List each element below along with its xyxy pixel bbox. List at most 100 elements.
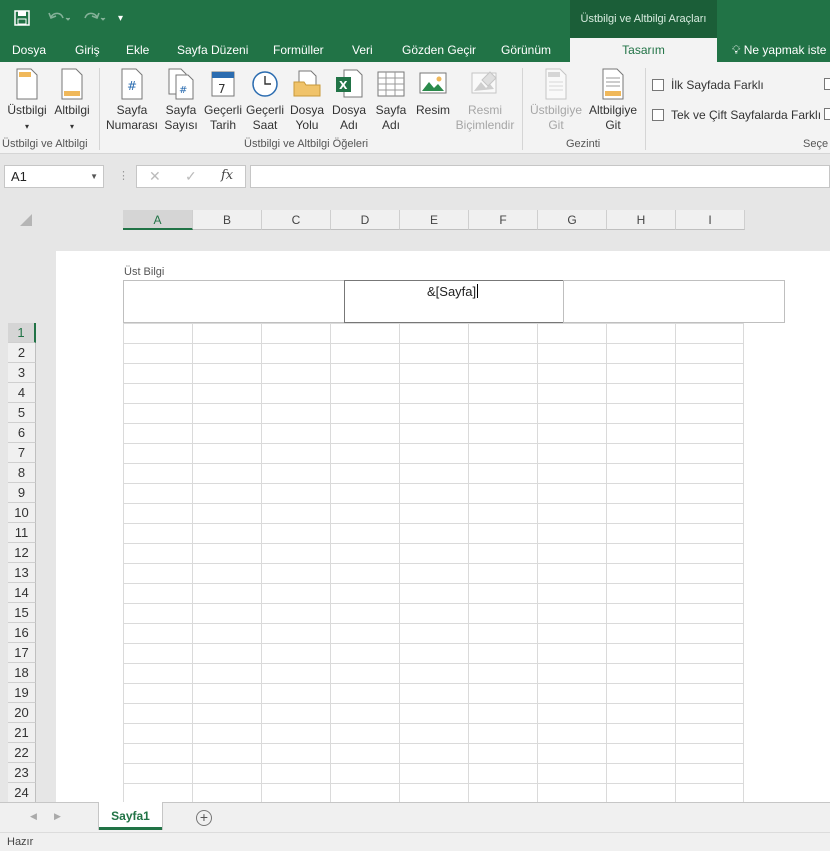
- excel-file-icon: X: [336, 69, 363, 98]
- tab-formulas[interactable]: Formüller: [273, 38, 324, 62]
- row-header[interactable]: 10: [8, 503, 36, 523]
- insert-function-icon[interactable]: fx: [221, 168, 233, 183]
- row-header[interactable]: 8: [8, 463, 36, 483]
- tab-design[interactable]: Tasarım: [570, 38, 717, 62]
- undo-icon[interactable]: [48, 6, 70, 30]
- row-header[interactable]: 21: [8, 723, 36, 743]
- row-header[interactable]: 12: [8, 543, 36, 563]
- sheet-name-label: Sayfa: [375, 103, 407, 117]
- go-to-footer-label: Altbilgiye: [588, 103, 638, 117]
- scale-with-document-checkbox[interactable]: [824, 78, 830, 90]
- row-header[interactable]: 18: [8, 663, 36, 683]
- row-header[interactable]: 15: [8, 603, 36, 623]
- column-header-a[interactable]: A: [123, 210, 193, 230]
- header-center-text: &[Sayfa]: [427, 284, 479, 299]
- file-path-label: Dosya: [289, 103, 324, 117]
- row-header[interactable]: 13: [8, 563, 36, 583]
- enter-icon[interactable]: ✓: [185, 168, 197, 185]
- sheet-name-label-2: Adı: [381, 118, 400, 132]
- column-header-f[interactable]: F: [469, 210, 538, 230]
- column-header-h[interactable]: H: [607, 210, 676, 230]
- dropdown-arrow-icon: ▾: [24, 122, 29, 131]
- group-label-elements: Üstbilgi ve Altbilgi Öğeleri: [244, 138, 369, 150]
- sheet-tab-sayfa1[interactable]: Sayfa1: [99, 802, 162, 830]
- format-picture-button[interactable]: Resmi Biçimlendir: [452, 66, 518, 136]
- row-header[interactable]: 20: [8, 703, 36, 723]
- different-odd-even-label: Tek ve Çift Sayfalarda Farklı: [671, 108, 822, 122]
- header-right-section[interactable]: [563, 280, 785, 323]
- scroll-right-icon[interactable]: ▶: [54, 811, 61, 822]
- formula-input[interactable]: [250, 165, 830, 188]
- current-time-button[interactable]: Geçerli Saat: [244, 66, 286, 136]
- column-header-e[interactable]: E: [400, 210, 469, 230]
- file-path-label-2: Yolu: [295, 118, 319, 132]
- cancel-icon[interactable]: ✕: [149, 168, 161, 185]
- tab-review[interactable]: Gözden Geçir: [402, 38, 476, 62]
- select-all-icon[interactable]: [20, 214, 32, 226]
- file-path-button[interactable]: Dosya Yolu: [288, 66, 326, 136]
- row-header[interactable]: 14: [8, 583, 36, 603]
- column-header-c[interactable]: C: [262, 210, 331, 230]
- row-header[interactable]: 23: [8, 763, 36, 783]
- different-first-page-checkbox[interactable]: İlk Sayfada Farklı: [652, 78, 764, 92]
- align-with-margins-checkbox[interactable]: [824, 108, 830, 120]
- column-header-g[interactable]: G: [538, 210, 607, 230]
- row-header[interactable]: 4: [8, 383, 36, 403]
- row-header[interactable]: 2: [8, 343, 36, 363]
- cell-grid[interactable]: [123, 323, 744, 802]
- group-separator: [99, 68, 100, 150]
- go-to-header-button[interactable]: Üstbilgiye Git: [528, 66, 584, 136]
- different-odd-even-checkbox[interactable]: Tek ve Çift Sayfalarda Farklı: [652, 108, 821, 122]
- header-doc-icon: [16, 68, 38, 100]
- footer-button[interactable]: Altbilgi ▾: [50, 66, 94, 136]
- row-header[interactable]: 22: [8, 743, 36, 763]
- row-header[interactable]: 19: [8, 683, 36, 703]
- tab-view[interactable]: Görünüm: [501, 38, 551, 62]
- row-header[interactable]: 7: [8, 443, 36, 463]
- file-name-button[interactable]: X Dosya Adı: [330, 66, 368, 136]
- go-to-header-label-2: Git: [548, 118, 564, 132]
- row-header[interactable]: 17: [8, 643, 36, 663]
- tab-data[interactable]: Veri: [352, 38, 373, 62]
- tab-insert[interactable]: Ekle: [126, 38, 149, 62]
- column-header-i[interactable]: I: [676, 210, 745, 230]
- redo-icon[interactable]: [84, 6, 106, 30]
- customize-quick-access-icon[interactable]: ▾: [118, 6, 123, 30]
- header-button[interactable]: Üstbilgi ▾: [4, 66, 50, 136]
- row-header[interactable]: 16: [8, 623, 36, 643]
- column-header-d[interactable]: D: [331, 210, 400, 230]
- tell-me-box[interactable]: 💡︎ Ne yapmak iste: [732, 38, 826, 62]
- header-left-section[interactable]: [123, 280, 345, 323]
- page-count-button[interactable]: # Sayfa Sayısı: [162, 66, 200, 136]
- status-bar: Hazır: [0, 832, 830, 851]
- row-header[interactable]: 3: [8, 363, 36, 383]
- page-count-icon: #: [168, 68, 194, 100]
- go-to-footer-button[interactable]: Altbilgiye Git: [586, 66, 640, 136]
- chevron-down-icon[interactable]: ▼: [90, 172, 98, 181]
- tab-page-layout[interactable]: Sayfa Düzeni: [177, 38, 248, 62]
- row-header[interactable]: 9: [8, 483, 36, 503]
- tab-home[interactable]: Giriş: [75, 38, 100, 62]
- save-icon[interactable]: [14, 6, 30, 30]
- format-picture-label-2: Biçimlendir: [455, 118, 515, 132]
- ribbon-tabs: Dosya Giriş Ekle Sayfa Düzeni Formüller …: [0, 38, 830, 62]
- scroll-left-icon[interactable]: ◀: [30, 811, 37, 822]
- page-number-button[interactable]: # Sayfa Numarası: [104, 66, 160, 136]
- clock-icon: [252, 71, 278, 97]
- row-header[interactable]: 11: [8, 523, 36, 543]
- row-header[interactable]: 6: [8, 423, 36, 443]
- row-header[interactable]: 24: [8, 783, 36, 802]
- current-date-button[interactable]: 7 Geçerli Tarih: [202, 66, 244, 136]
- sheet-name-button[interactable]: Sayfa Adı: [372, 66, 410, 136]
- name-box[interactable]: A1 ▼: [4, 165, 104, 188]
- sheet-tab-bar: ◀ ▶ Sayfa1 +: [0, 802, 830, 832]
- header-center-section[interactable]: &[Sayfa]: [344, 280, 564, 323]
- tab-file[interactable]: Dosya: [12, 38, 46, 62]
- picture-button[interactable]: Resim: [414, 66, 452, 136]
- row-header[interactable]: 5: [8, 403, 36, 423]
- row-header[interactable]: 1: [8, 323, 36, 343]
- group-separator: [645, 68, 646, 150]
- group-separator: [522, 68, 523, 150]
- add-sheet-icon[interactable]: +: [196, 810, 212, 826]
- column-header-b[interactable]: B: [193, 210, 262, 230]
